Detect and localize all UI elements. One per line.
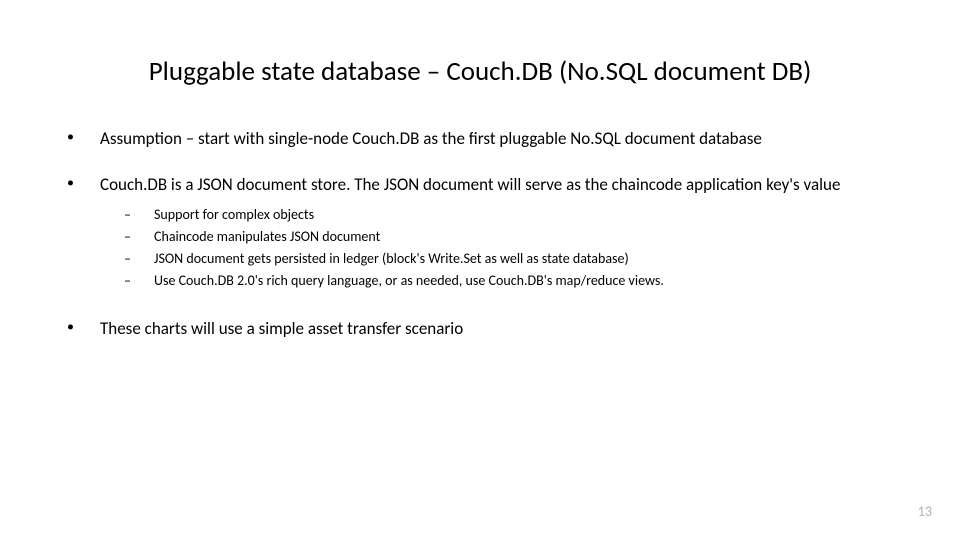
slide-content: Pluggable state database – Couch.DB (No.… [0, 0, 960, 540]
bullet-text: Couch.DB is a JSON document store. The J… [100, 174, 895, 294]
slide-title: Pluggable state database – Couch.DB (No.… [105, 55, 855, 88]
bullet-text-content: Couch.DB is a JSON document store. The J… [100, 174, 840, 195]
bullet-text-content: Assumption – start with single-node Couc… [100, 128, 762, 149]
bullet-item: • Assumption – start with single-node Co… [65, 128, 895, 150]
sub-item: – Support for complex objects [124, 206, 895, 225]
bullet-list: • Assumption – start with single-node Co… [65, 128, 895, 340]
bullet-text-content: These charts will use a simple asset tra… [100, 318, 463, 339]
sub-item: – Use Couch.DB 2.0's rich query language… [124, 272, 895, 291]
sub-marker: – [124, 206, 154, 225]
sub-item: – Chaincode manipulates JSON document [124, 228, 895, 247]
bullet-marker: • [65, 318, 100, 340]
bullet-item: • Couch.DB is a JSON document store. The… [65, 174, 895, 294]
sub-marker: – [124, 228, 154, 247]
sub-list: – Support for complex objects – Chaincod… [100, 206, 895, 291]
bullet-text: Assumption – start with single-node Couc… [100, 128, 895, 150]
page-number: 13 [918, 503, 932, 520]
sub-text: Support for complex objects [154, 206, 895, 225]
sub-item: – JSON document gets persisted in ledger… [124, 250, 895, 269]
bullet-marker: • [65, 128, 100, 150]
sub-text: JSON document gets persisted in ledger (… [154, 250, 895, 269]
sub-marker: – [124, 272, 154, 291]
sub-text: Chaincode manipulates JSON document [154, 228, 895, 247]
bullet-marker: • [65, 174, 100, 294]
bullet-item: • These charts will use a simple asset t… [65, 318, 895, 340]
bullet-text: These charts will use a simple asset tra… [100, 318, 895, 340]
sub-text: Use Couch.DB 2.0's rich query language, … [154, 272, 895, 291]
sub-marker: – [124, 250, 154, 269]
